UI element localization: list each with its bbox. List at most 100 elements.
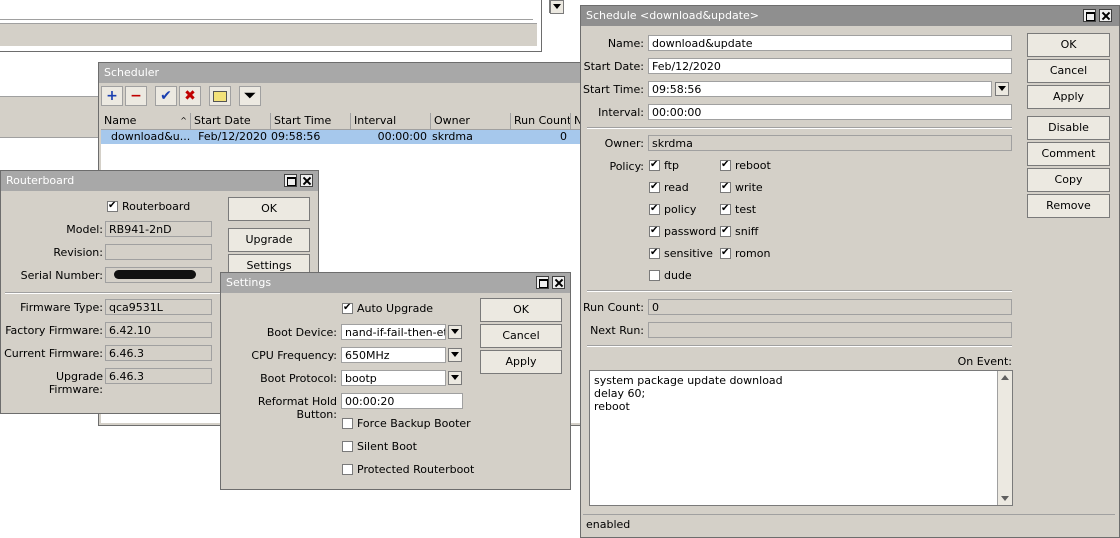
background-window-body xyxy=(0,0,533,20)
start-time-label: Start Time: xyxy=(583,83,644,96)
policy-label: Policy: xyxy=(609,160,644,173)
routerboard-titlebar[interactable]: Routerboard xyxy=(1,171,318,191)
remove-icon[interactable]: − xyxy=(125,86,147,106)
boot-device-dropdown-icon[interactable] xyxy=(448,325,462,339)
run-count-label: Run Count: xyxy=(583,301,644,314)
current-firmware-field: 6.46.3 xyxy=(105,345,212,361)
background-window-statusbar xyxy=(0,23,537,46)
close-icon[interactable] xyxy=(300,174,313,187)
run-count-field: 0 xyxy=(648,299,1012,315)
schedule-comment-button[interactable]: Comment xyxy=(1027,142,1110,166)
policy-policy-checkbox[interactable]: policy xyxy=(649,202,696,217)
schedule-remove-button[interactable]: Remove xyxy=(1027,194,1110,218)
boot-protocol-label: Boot Protocol: xyxy=(260,372,337,385)
background-scroll-down[interactable] xyxy=(550,0,564,14)
maximize-icon[interactable] xyxy=(284,174,297,187)
interval-label: Interval: xyxy=(598,106,644,119)
policy-dude-checkbox[interactable]: dude xyxy=(649,269,692,283)
owner-field: skrdma xyxy=(648,135,1012,151)
disable-x-icon[interactable]: ✖ xyxy=(179,86,201,106)
table-row[interactable]: download&u... Feb/12/2020 09:58:56 00:00… xyxy=(101,130,587,144)
maximize-icon[interactable] xyxy=(1083,9,1096,22)
settings-titlebar[interactable]: Settings xyxy=(221,273,570,293)
cpu-frequency-dropdown-icon[interactable] xyxy=(448,348,462,362)
policy-sensitive-checkbox[interactable]: sensitive xyxy=(649,246,713,261)
auto-upgrade-checkbox[interactable]: Auto Upgrade xyxy=(342,301,433,316)
scheduler-table-header: Name ^ Start Date Start Time Interval Own… xyxy=(101,113,587,130)
schedule-titlebar[interactable]: Schedule <download&update> xyxy=(581,6,1119,26)
policy-read-checkbox[interactable]: read xyxy=(649,180,689,195)
on-event-line: reboot xyxy=(594,400,630,413)
policy-test-checkbox[interactable]: test xyxy=(720,202,756,217)
silent-boot-checkbox[interactable]: Silent Boot xyxy=(342,440,417,454)
upgrade-button[interactable]: Upgrade xyxy=(228,228,310,252)
scroll-down-icon[interactable] xyxy=(1001,496,1009,501)
comment-icon[interactable] xyxy=(209,86,231,106)
protected-routerboot-checkbox[interactable]: Protected Routerboot xyxy=(342,463,474,477)
boot-protocol-dropdown-icon[interactable] xyxy=(448,371,462,385)
filter-icon[interactable]: ⏷ xyxy=(239,86,261,106)
row-start-date: Feb/12/2020 xyxy=(198,130,267,143)
firmware-type-field: qca9531L xyxy=(105,299,212,315)
boot-protocol-select[interactable]: bootp xyxy=(341,370,446,386)
revision-label: Revision: xyxy=(53,246,103,259)
column-header-name[interactable]: Name ^ xyxy=(101,113,191,129)
routerboard-checkbox[interactable]: Routerboard xyxy=(107,199,190,214)
policy-ftp-checkbox[interactable]: ftp xyxy=(649,158,679,173)
on-event-line: delay 60; xyxy=(594,387,646,400)
status-bar: enabled xyxy=(583,514,1115,535)
settings-apply-button[interactable]: Apply xyxy=(480,350,562,374)
policy-reboot-checkbox[interactable]: reboot xyxy=(720,158,771,173)
column-header-run-count[interactable]: Run Count xyxy=(511,113,571,129)
checkbox-checked-icon xyxy=(107,199,118,213)
reformat-hold-button-input[interactable]: 00:00:20 xyxy=(341,393,463,409)
column-header-start-date[interactable]: Start Date xyxy=(191,113,271,129)
schedule-title: Schedule <download&update> xyxy=(586,9,760,22)
row-owner: skrdma xyxy=(432,130,473,143)
close-icon[interactable] xyxy=(552,276,565,289)
schedule-cancel-button[interactable]: Cancel xyxy=(1027,59,1110,83)
schedule-disable-button[interactable]: Disable xyxy=(1027,116,1110,140)
settings-cancel-button[interactable]: Cancel xyxy=(480,324,562,348)
scheduler-titlebar[interactable]: Scheduler xyxy=(99,63,587,83)
policy-password-checkbox[interactable]: password xyxy=(649,224,716,239)
serial-redaction-mark xyxy=(114,270,196,279)
schedule-copy-button[interactable]: Copy xyxy=(1027,168,1110,192)
policy-romon-checkbox[interactable]: romon xyxy=(720,246,770,261)
schedule-ok-button[interactable]: OK xyxy=(1027,33,1110,57)
settings-ok-button[interactable]: OK xyxy=(480,298,562,322)
name-label: Name: xyxy=(607,37,644,50)
on-event-line: system package update download xyxy=(594,374,783,387)
interval-input[interactable]: 00:00:00 xyxy=(648,104,1012,120)
column-header-owner[interactable]: Owner xyxy=(431,113,511,129)
scheduler-title: Scheduler xyxy=(104,66,160,79)
row-run-count: 0 xyxy=(560,130,567,143)
close-icon[interactable] xyxy=(1099,9,1112,22)
cpu-frequency-select[interactable]: 650MHz xyxy=(341,347,446,363)
scroll-up-icon[interactable] xyxy=(1001,375,1009,380)
reformat-hold-button-label: Reformat Hold Button: xyxy=(257,395,337,421)
maximize-icon[interactable] xyxy=(536,276,549,289)
name-input[interactable]: download&update xyxy=(648,35,1012,51)
policy-sniff-checkbox[interactable]: sniff xyxy=(720,224,758,239)
boot-device-select[interactable]: nand-if-fail-then-ethe xyxy=(341,324,446,340)
routerboard-ok-button[interactable]: OK xyxy=(228,197,310,221)
add-icon[interactable]: + xyxy=(101,86,123,106)
on-event-textarea[interactable]: system package update download delay 60;… xyxy=(589,370,1013,506)
column-header-interval[interactable]: Interval xyxy=(351,113,431,129)
revision-field xyxy=(105,244,212,260)
force-backup-booter-checkbox[interactable]: Force Backup Booter xyxy=(342,417,471,431)
vertical-scrollbar[interactable] xyxy=(997,371,1012,505)
policy-write-checkbox[interactable]: write xyxy=(720,180,763,195)
start-date-label: Start Date: xyxy=(583,60,644,73)
column-header-start-time[interactable]: Start Time xyxy=(271,113,351,129)
enable-check-icon[interactable]: ✔ xyxy=(155,86,177,106)
row-name: download&u... xyxy=(111,130,191,143)
schedule-window: Schedule <download&update> Name: downloa… xyxy=(580,5,1120,538)
schedule-separator-2 xyxy=(587,290,1012,292)
start-date-input[interactable]: Feb/12/2020 xyxy=(648,58,1012,74)
scheduler-toolbar: + − ✔ ✖ ⏷ xyxy=(99,83,587,111)
schedule-apply-button[interactable]: Apply xyxy=(1027,85,1110,109)
start-time-dropdown-icon[interactable] xyxy=(995,82,1009,96)
start-time-input[interactable]: 09:58:56 xyxy=(648,81,992,97)
